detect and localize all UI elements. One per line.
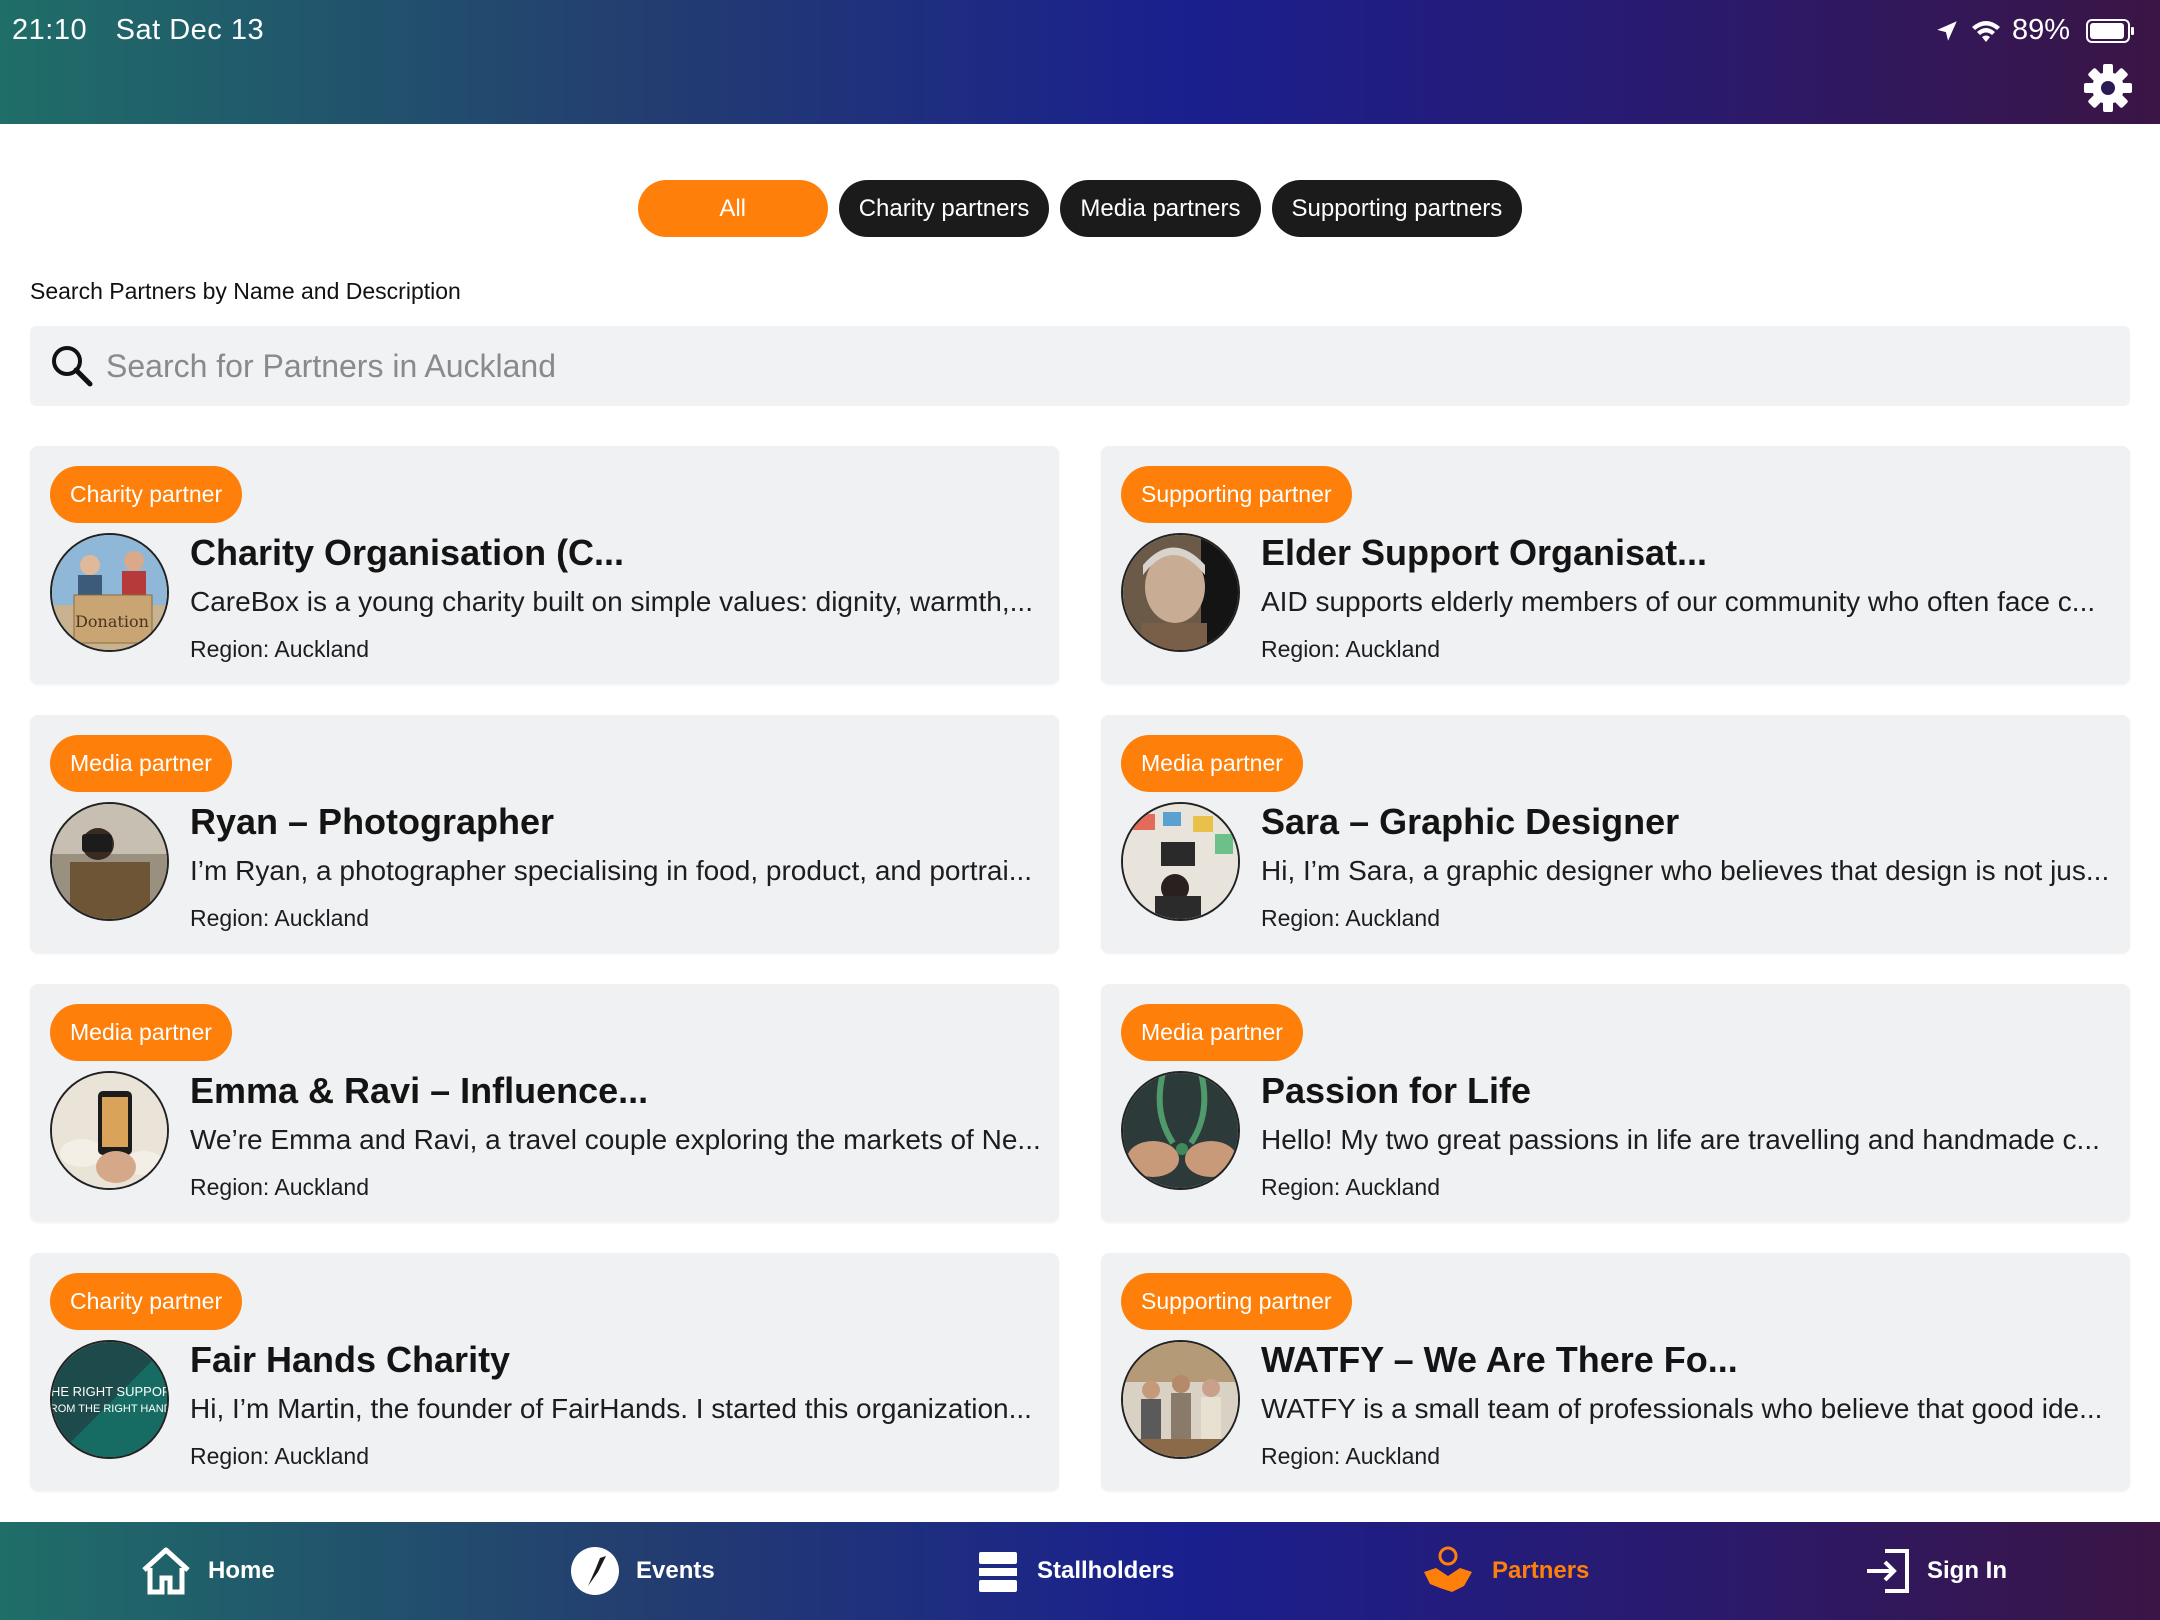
partner-avatar xyxy=(50,802,169,921)
filter-charity-partners[interactable]: Charity partners xyxy=(838,180,1050,237)
partner-description: We’re Emma and Ravi, a travel couple exp… xyxy=(190,1124,1041,1155)
partner-description: CareBox is a young charity built on simp… xyxy=(190,586,1033,617)
handshake-icon xyxy=(1424,1546,1472,1592)
tab-stallholders-label: Stallholders xyxy=(1037,1557,1175,1584)
partner-region: Region: Auckland xyxy=(1261,636,1441,662)
partner-avatar: Donation xyxy=(50,533,169,652)
partner-type-badge: Supporting partner xyxy=(1121,1273,1352,1330)
partner-avatar xyxy=(1121,1340,1240,1459)
partner-card[interactable]: Media partner Ryan – Photographer I’m Ry… xyxy=(30,715,1059,953)
partner-type-badge: Media partner xyxy=(50,1004,232,1061)
partner-name: Passion for Life xyxy=(1261,1070,1532,1111)
tab-sign-in-label: Sign In xyxy=(1927,1557,2007,1584)
partner-card[interactable]: Charity partner Donation Charity Organis… xyxy=(30,446,1059,684)
partner-card[interactable]: Supporting partner WATFY – We Are There … xyxy=(1101,1253,2130,1491)
tab-stallholders[interactable]: Stallholders xyxy=(975,1548,1174,1594)
partner-card[interactable]: Supporting partner Elder Support Organis… xyxy=(1101,446,2130,684)
partner-avatar xyxy=(50,1071,169,1190)
battery-percent: 89% xyxy=(2011,14,2070,46)
partner-avatar: THE RIGHT SUPPORT FROM THE RIGHT HANDS xyxy=(50,1340,169,1459)
partner-description: I’m Ryan, a photographer specialising in… xyxy=(190,855,1033,886)
partner-region: Region: Auckland xyxy=(190,1443,370,1469)
top-header: 21:10 Sat Dec 13 89% xyxy=(0,0,2160,124)
partner-card[interactable]: Media partner Emma & Ravi – Influence...… xyxy=(30,984,1059,1222)
partner-filter-bar: All Charity partners Media partners Supp… xyxy=(0,180,2160,237)
partner-card[interactable]: Media partner Passion for Life Hello! My… xyxy=(1101,984,2130,1222)
partner-name: Charity Organisation (C... xyxy=(190,532,625,573)
partner-description: Hello! My two great passions in life are… xyxy=(1261,1124,2100,1155)
status-bar-right: 89% xyxy=(1934,14,2134,47)
events-icon xyxy=(571,1547,619,1595)
filter-all[interactable]: All xyxy=(637,180,828,237)
partner-description: AID supports elderly members of our comm… xyxy=(1261,586,2096,617)
partner-name: Fair Hands Charity xyxy=(190,1339,511,1380)
partner-card[interactable]: Media partner Sara – Graphic Designer Hi… xyxy=(1101,715,2130,953)
partner-region: Region: Auckland xyxy=(190,1174,370,1200)
partner-type-badge: Supporting partner xyxy=(1121,466,1352,523)
partner-region: Region: Auckland xyxy=(190,905,370,931)
partner-name: Elder Support Organisat... xyxy=(1261,532,1708,573)
gear-icon xyxy=(2084,64,2132,112)
tab-home-label: Home xyxy=(208,1557,275,1584)
status-time: 21:10 xyxy=(12,14,88,46)
stall-icon xyxy=(979,1552,1017,1592)
battery-icon xyxy=(2086,18,2134,43)
partner-type-badge: Charity partner xyxy=(50,1273,243,1330)
filter-supporting-partners[interactable]: Supporting partners xyxy=(1271,180,1523,237)
partner-name: Emma & Ravi – Influence... xyxy=(190,1070,649,1111)
partner-description: WATFY is a small team of professionals w… xyxy=(1261,1393,2103,1424)
partner-name: Sara – Graphic Designer xyxy=(1261,801,1680,842)
tab-partners[interactable]: Partners xyxy=(1420,1546,1589,1596)
search-label: Search Partners by Name and Description xyxy=(30,278,461,304)
settings-button[interactable] xyxy=(2082,62,2134,114)
search-input[interactable] xyxy=(106,347,2006,385)
svg-text:THE RIGHT SUPPORT: THE RIGHT SUPPORT xyxy=(52,1384,169,1399)
search-box[interactable] xyxy=(30,326,2130,406)
partner-name: Ryan – Photographer xyxy=(190,801,555,842)
partner-avatar xyxy=(1121,533,1240,652)
sign-in-icon xyxy=(1867,1549,1909,1593)
svg-text:FROM THE RIGHT HANDS: FROM THE RIGHT HANDS xyxy=(52,1403,169,1415)
tab-partners-label: Partners xyxy=(1492,1557,1590,1584)
partner-description: Hi, I’m Sara, a graphic designer who bel… xyxy=(1261,855,2110,886)
partner-type-badge: Charity partner xyxy=(50,466,243,523)
partner-grid: Charity partner Donation Charity Organis… xyxy=(30,446,2130,1491)
tab-home[interactable]: Home xyxy=(140,1546,275,1596)
partner-avatar xyxy=(1121,802,1240,921)
status-bar-left: 21:10 Sat Dec 13 xyxy=(12,14,264,47)
partner-card[interactable]: Charity partner THE RIGHT SUPPORT FROM T… xyxy=(30,1253,1059,1491)
tab-events-label: Events xyxy=(636,1557,715,1584)
location-icon xyxy=(1937,20,1957,41)
tab-events[interactable]: Events xyxy=(570,1546,715,1596)
home-icon xyxy=(142,1547,190,1595)
partner-region: Region: Auckland xyxy=(1261,1174,1441,1200)
partner-region: Region: Auckland xyxy=(1261,1443,1441,1469)
partner-region: Region: Auckland xyxy=(1261,905,1441,931)
partner-type-badge: Media partner xyxy=(1121,735,1303,792)
status-date: Sat Dec 13 xyxy=(115,14,265,46)
tab-sign-in[interactable]: Sign In xyxy=(1865,1547,2007,1595)
partner-name: WATFY – We Are There Fo... xyxy=(1261,1339,1738,1380)
search-icon xyxy=(52,346,93,387)
partner-type-badge: Media partner xyxy=(1121,1004,1303,1061)
partner-region: Region: Auckland xyxy=(190,636,370,662)
wifi-icon xyxy=(1971,20,2000,42)
partner-avatar xyxy=(1121,1071,1240,1190)
svg-text:Donation: Donation xyxy=(75,612,149,631)
filter-media-partners[interactable]: Media partners xyxy=(1060,180,1261,237)
partner-type-badge: Media partner xyxy=(50,735,232,792)
bottom-tab-bar: Home Events Stallholders Partners Sign I… xyxy=(0,1522,2160,1620)
partner-description: Hi, I’m Martin, the founder of FairHands… xyxy=(190,1393,1032,1424)
